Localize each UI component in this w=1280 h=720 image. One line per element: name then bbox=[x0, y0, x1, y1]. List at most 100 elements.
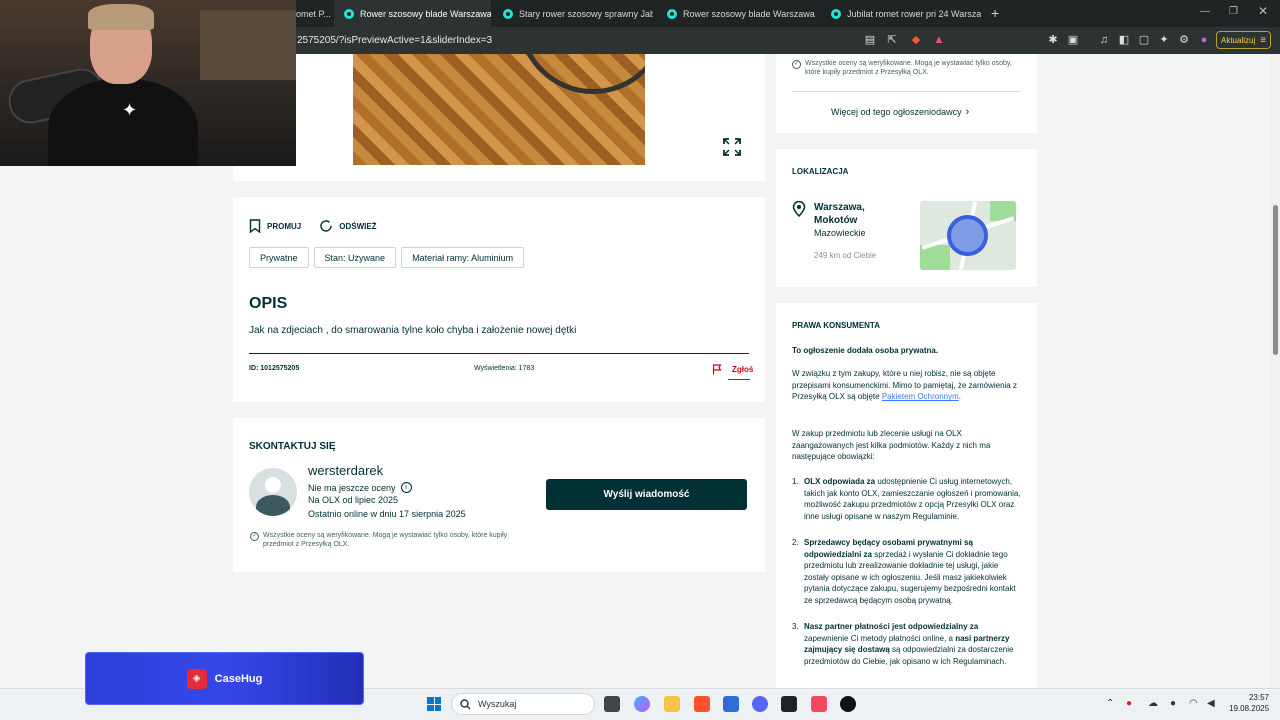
leo-ai-icon[interactable]: ✦ bbox=[1157, 33, 1171, 47]
item-number: 1. bbox=[792, 477, 799, 486]
brave-browser-icon[interactable] bbox=[694, 696, 710, 712]
item-bold: OLX odpowiada za bbox=[804, 477, 876, 486]
seller-verified-note: ✓ Wszystkie oceny są weryfikowane. Mogą … bbox=[792, 59, 1022, 78]
windows-start-icon[interactable] bbox=[427, 697, 441, 711]
description-divider bbox=[249, 353, 749, 354]
store-icon[interactable] bbox=[723, 696, 739, 712]
consumer-rights-item-1: 1. OLX odpowiada za udostępnienie Ci usł… bbox=[792, 476, 1022, 522]
location-pin-icon bbox=[792, 201, 806, 217]
promote-label: PROMUJ bbox=[267, 221, 302, 231]
brave-shield-icon[interactable]: ◆ bbox=[909, 33, 923, 47]
copilot-icon[interactable] bbox=[634, 696, 650, 712]
browser-tab[interactable]: Jubilat romet rower pri 24 Warszawa bbox=[821, 0, 981, 27]
taskbar-clock[interactable]: 23:57 19.08.2025 bbox=[1229, 693, 1269, 715]
promote-button[interactable]: PROMUJ bbox=[249, 219, 301, 233]
send-message-button[interactable]: Wyślij wiadomość bbox=[546, 479, 747, 510]
chip-condition: Stan: Używane bbox=[313, 247, 397, 268]
minimize-icon[interactable]: — bbox=[1200, 6, 1210, 17]
location-region: Mazowieckie bbox=[814, 228, 866, 238]
terminal-icon[interactable] bbox=[781, 696, 797, 712]
chip-private: Prywatne bbox=[249, 247, 309, 268]
tab-label: Stary rower szosowy sprawny Jabłon bbox=[519, 8, 653, 19]
tab-label: omet P... bbox=[296, 8, 331, 19]
bike-wheel-shape bbox=[518, 54, 645, 94]
more-from-seller-link[interactable]: Więcej od tego ogłoszeniodawcy › bbox=[831, 106, 969, 118]
extensions-icon[interactable]: ✱ bbox=[1046, 33, 1060, 47]
olx-favicon-icon bbox=[344, 8, 354, 19]
seller-box-divider bbox=[792, 91, 1021, 92]
browser-tab[interactable]: Stary rower szosowy sprawny Jabłon bbox=[493, 0, 653, 27]
report-label: Zgłoś bbox=[732, 365, 754, 374]
task-view-icon[interactable] bbox=[604, 696, 620, 712]
tab-label: Rower szosowy blade Warszawa Mok bbox=[683, 8, 817, 19]
description-text: Jak na zdjeciach , do smarowania tylne k… bbox=[249, 325, 577, 336]
discord-icon[interactable] bbox=[752, 696, 768, 712]
last-online: Ostatnio online w dniu 17 sierpnia 2025 bbox=[308, 509, 466, 519]
avatar bbox=[249, 468, 297, 516]
close-window-icon[interactable]: ✕ bbox=[1258, 4, 1268, 18]
verify-note-text: Wszystkie oceny są weryfikowane. Mogą je… bbox=[263, 532, 508, 549]
file-explorer-icon[interactable] bbox=[664, 696, 680, 712]
tray-overflow-icon[interactable]: ⌃ bbox=[1106, 698, 1114, 709]
sidebar-icon[interactable]: ◧ bbox=[1117, 33, 1131, 47]
scrollbar-thumb[interactable] bbox=[1273, 205, 1278, 355]
seller-name[interactable]: wersterdarek bbox=[308, 463, 383, 478]
casehug-overlay-banner: ◈ CaseHug bbox=[85, 652, 364, 705]
browser-tab-active[interactable]: Rower szosowy blade Warszawa × bbox=[334, 0, 491, 27]
consumer-rights-item-3: 3. Nasz partner płatności jest odpowiedz… bbox=[792, 621, 1022, 667]
clock-time: 23:57 bbox=[1248, 693, 1269, 702]
location-city: Warszawa, Mokotów bbox=[814, 202, 865, 226]
page-scrollbar[interactable] bbox=[1271, 54, 1280, 688]
jumpman-logo-icon: ✦ bbox=[122, 100, 138, 120]
ratings-verified-note: ✓ Wszystkie oceny są weryfikowane. Mogą … bbox=[250, 531, 530, 550]
browser-tab[interactable]: Rower szosowy blade Warszawa Mok bbox=[657, 0, 817, 27]
brave-rewards-icon[interactable]: ▲ bbox=[932, 33, 946, 47]
maximize-icon[interactable]: ❐ bbox=[1229, 6, 1238, 17]
reader-mode-icon[interactable]: ▤ bbox=[863, 33, 877, 47]
check-circle-icon: ✓ bbox=[250, 532, 259, 541]
item-text: Nasz partner płatności jest odpowiedzial… bbox=[804, 621, 1022, 667]
casehug-label: CaseHug bbox=[214, 672, 263, 685]
microphone-icon[interactable]: ● bbox=[1170, 698, 1176, 709]
wifi-icon[interactable]: ◠ bbox=[1189, 698, 1198, 709]
description-title: OPIS bbox=[249, 295, 288, 312]
taskbar-search[interactable]: Wyszukaj bbox=[451, 693, 595, 715]
obs-icon[interactable] bbox=[840, 696, 856, 712]
consumer-rights-paragraph-1: W związku z tym zakupy, które u niej rob… bbox=[792, 369, 1017, 402]
browser-tab[interactable]: omet P... bbox=[296, 0, 334, 27]
vpn-icon[interactable]: ⚙ bbox=[1177, 33, 1191, 47]
info-icon[interactable]: i bbox=[400, 482, 412, 493]
casehug-logo-icon: ◈ bbox=[186, 668, 207, 689]
profile-icon[interactable]: ● bbox=[1197, 33, 1211, 47]
clock-date: 19.08.2025 bbox=[1229, 703, 1270, 713]
update-button[interactable]: Aktualizuj ≡ bbox=[1216, 31, 1272, 49]
verify-note-text: Wszystkie oceny są weryfikowane. Mogą je… bbox=[805, 60, 1012, 77]
location-distance: 249 km od Ciebie bbox=[814, 251, 877, 260]
location-map[interactable] bbox=[920, 201, 1016, 270]
share-icon[interactable]: ⇱ bbox=[885, 33, 899, 47]
wallet-icon[interactable]: ▢ bbox=[1137, 33, 1151, 47]
media-icon[interactable]: ♫ bbox=[1097, 33, 1111, 47]
tab-label: Rower szosowy blade Warszawa bbox=[360, 8, 491, 19]
consumer-rights-paragraph-2: W zakup przedmiotu lub zlecenie usługi n… bbox=[792, 429, 991, 462]
menu-icon: ≡ bbox=[1260, 34, 1267, 46]
listing-photo[interactable] bbox=[353, 54, 645, 165]
listing-actions: PROMUJ ODŚWIEŻ bbox=[249, 219, 395, 233]
url-text[interactable]: 2575205/?isPreviewActive=1&sliderIndex=3 bbox=[297, 35, 492, 46]
brave-beta-icon[interactable] bbox=[811, 696, 827, 712]
item-text: OLX odpowiada za udostępnienie Ci usług … bbox=[804, 476, 1022, 522]
refresh-button[interactable]: ODŚWIEŻ bbox=[319, 219, 377, 233]
tray-app-icon[interactable]: ● bbox=[1126, 698, 1132, 709]
consumer-rights-lead: To ogłoszenie dodała osoba prywatna. bbox=[792, 346, 939, 355]
volume-icon[interactable]: ◀ bbox=[1207, 698, 1215, 709]
tab-search-icon[interactable]: ▣ bbox=[1066, 33, 1080, 47]
onedrive-icon[interactable]: ☁ bbox=[1148, 698, 1158, 709]
new-tab-button[interactable]: + bbox=[991, 5, 999, 21]
report-button[interactable]: Zgłoś bbox=[712, 364, 753, 375]
item-bold: Nasz partner płatności jest odpowiedzial… bbox=[804, 622, 979, 631]
fullscreen-icon[interactable] bbox=[723, 138, 741, 156]
protection-package-link[interactable]: Pakietem Ochronnym bbox=[882, 392, 959, 401]
consumer-rights-item-2: 2. Sprzedawcy będący osobami prywatnymi … bbox=[792, 537, 1022, 607]
refresh-label: ODŚWIEŻ bbox=[339, 221, 377, 231]
bookmark-icon bbox=[249, 219, 261, 233]
